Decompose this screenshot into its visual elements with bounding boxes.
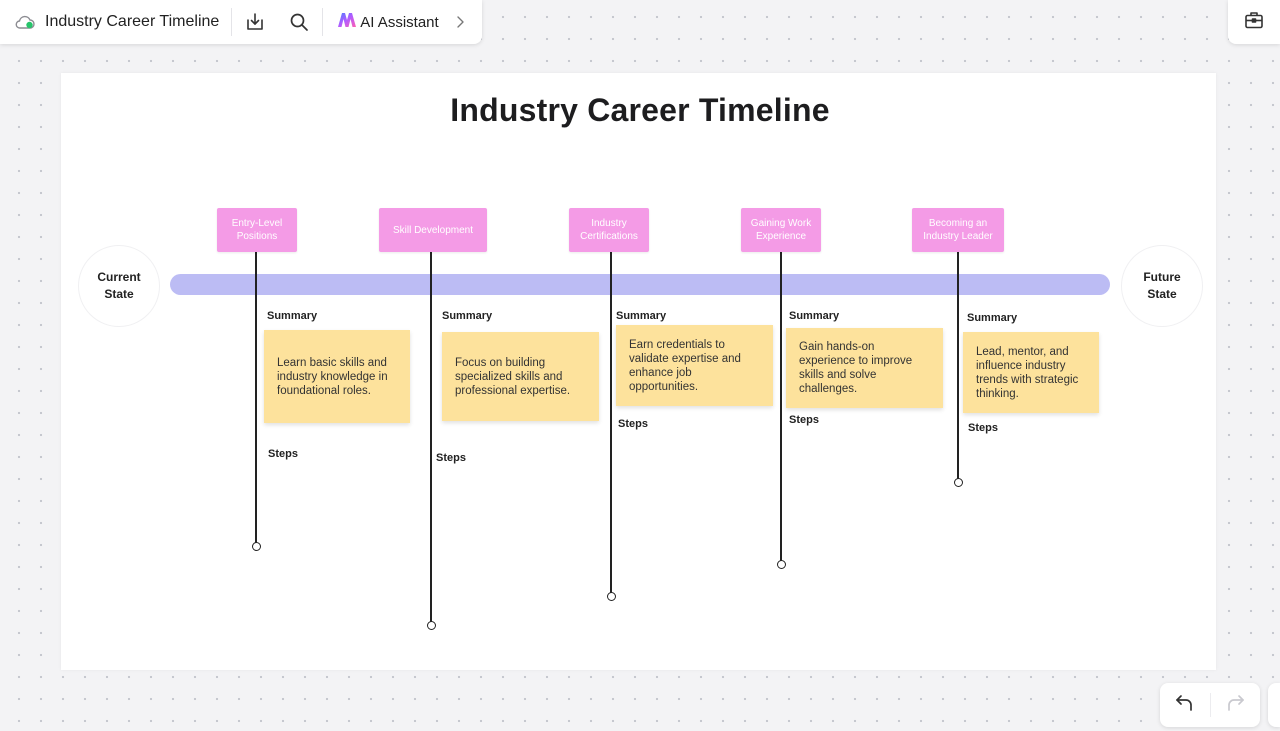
zoom-controls-edge[interactable]	[1268, 683, 1280, 727]
toolbox-icon	[1244, 11, 1264, 34]
summary-note[interactable]: Lead, mentor, and influence industry tre…	[963, 332, 1099, 413]
summary-note[interactable]: Learn basic skills and industry knowledg…	[264, 330, 410, 423]
chevron-right-icon[interactable]	[455, 15, 469, 29]
redo-button[interactable]	[1210, 683, 1260, 727]
summary-label: Summary	[267, 310, 318, 322]
toolbar-divider	[231, 8, 233, 36]
steps-label: Steps	[789, 414, 819, 426]
undo-button[interactable]	[1160, 683, 1210, 727]
current-state-label: Current State	[97, 270, 141, 301]
ai-assistant-logo-icon	[337, 12, 357, 33]
summary-text: Gain hands-on experience to improve skil…	[799, 341, 913, 395]
download-icon[interactable]	[244, 11, 266, 33]
steps-label: Steps	[618, 418, 648, 430]
undo-icon	[1175, 694, 1195, 717]
summary-note[interactable]: Earn credentials to validate expertise a…	[616, 325, 773, 406]
milestone-title: Industry Certifications	[580, 218, 638, 242]
document-title[interactable]: Industry Career Timeline	[45, 13, 219, 31]
steps-label: Steps	[268, 448, 298, 460]
ai-assistant-label: AI Assistant	[360, 13, 439, 31]
steps-label: Steps	[968, 422, 998, 434]
milestone-title: Skill Development	[392, 224, 474, 236]
summary-text: Learn basic skills and industry knowledg…	[277, 356, 388, 397]
cloud-sync-icon[interactable]	[15, 11, 37, 33]
summary-note[interactable]: Gain hands-on experience to improve skil…	[786, 328, 943, 408]
toolbox-button[interactable]	[1228, 0, 1280, 44]
milestone-becoming-an-industry-leader[interactable]: Becoming an Industry Leader	[912, 208, 1004, 252]
milestone-stem	[430, 251, 432, 622]
milestone-stem	[957, 251, 959, 479]
milestone-title: Gaining Work Experience	[750, 218, 812, 242]
milestone-title: Becoming an Industry Leader	[923, 218, 993, 242]
current-state-node[interactable]: Current State	[78, 245, 160, 327]
stem-end-marker	[953, 478, 963, 487]
stem-end-marker	[251, 542, 261, 551]
toolbar-divider	[322, 8, 324, 36]
search-icon[interactable]	[288, 11, 310, 33]
summary-label: Summary	[442, 310, 493, 322]
steps-label: Steps	[436, 452, 466, 464]
stem-end-marker	[606, 592, 616, 601]
top-toolbar: Industry Career Timeline AI Assistant	[0, 0, 482, 44]
summary-text: Earn credentials to validate expertise a…	[629, 338, 741, 393]
summary-label: Summary	[789, 310, 840, 322]
milestone-gaining-work-experience[interactable]: Gaining Work Experience	[741, 208, 821, 252]
summary-text: Focus on building specialized skills and…	[455, 356, 571, 397]
milestone-stem	[610, 251, 612, 593]
summary-note[interactable]: Focus on building specialized skills and…	[442, 332, 599, 421]
milestone-stem	[780, 251, 782, 561]
future-state-node[interactable]: Future State	[1121, 245, 1203, 327]
milestone-stem	[255, 251, 257, 543]
milestone-industry-certifications[interactable]: Industry Certifications	[569, 208, 649, 252]
milestone-entry-level-positions[interactable]: Entry-Level Positions	[217, 208, 297, 252]
milestone-title: Entry-Level Positions	[231, 218, 283, 242]
ai-assistant-button[interactable]: AI Assistant	[337, 12, 439, 33]
milestone-skill-development[interactable]: Skill Development	[379, 208, 487, 252]
future-state-label: Future State	[1143, 270, 1181, 301]
redo-icon	[1225, 694, 1245, 717]
timeline-bar[interactable]	[170, 274, 1110, 295]
summary-label: Summary	[967, 312, 1018, 324]
stem-end-marker	[426, 621, 436, 630]
summary-text: Lead, mentor, and influence industry tre…	[976, 345, 1079, 400]
stem-end-marker	[776, 560, 786, 569]
diagram-title[interactable]: Industry Career Timeline	[0, 92, 1280, 129]
history-controls	[1160, 683, 1260, 727]
summary-label: Summary	[616, 310, 667, 322]
